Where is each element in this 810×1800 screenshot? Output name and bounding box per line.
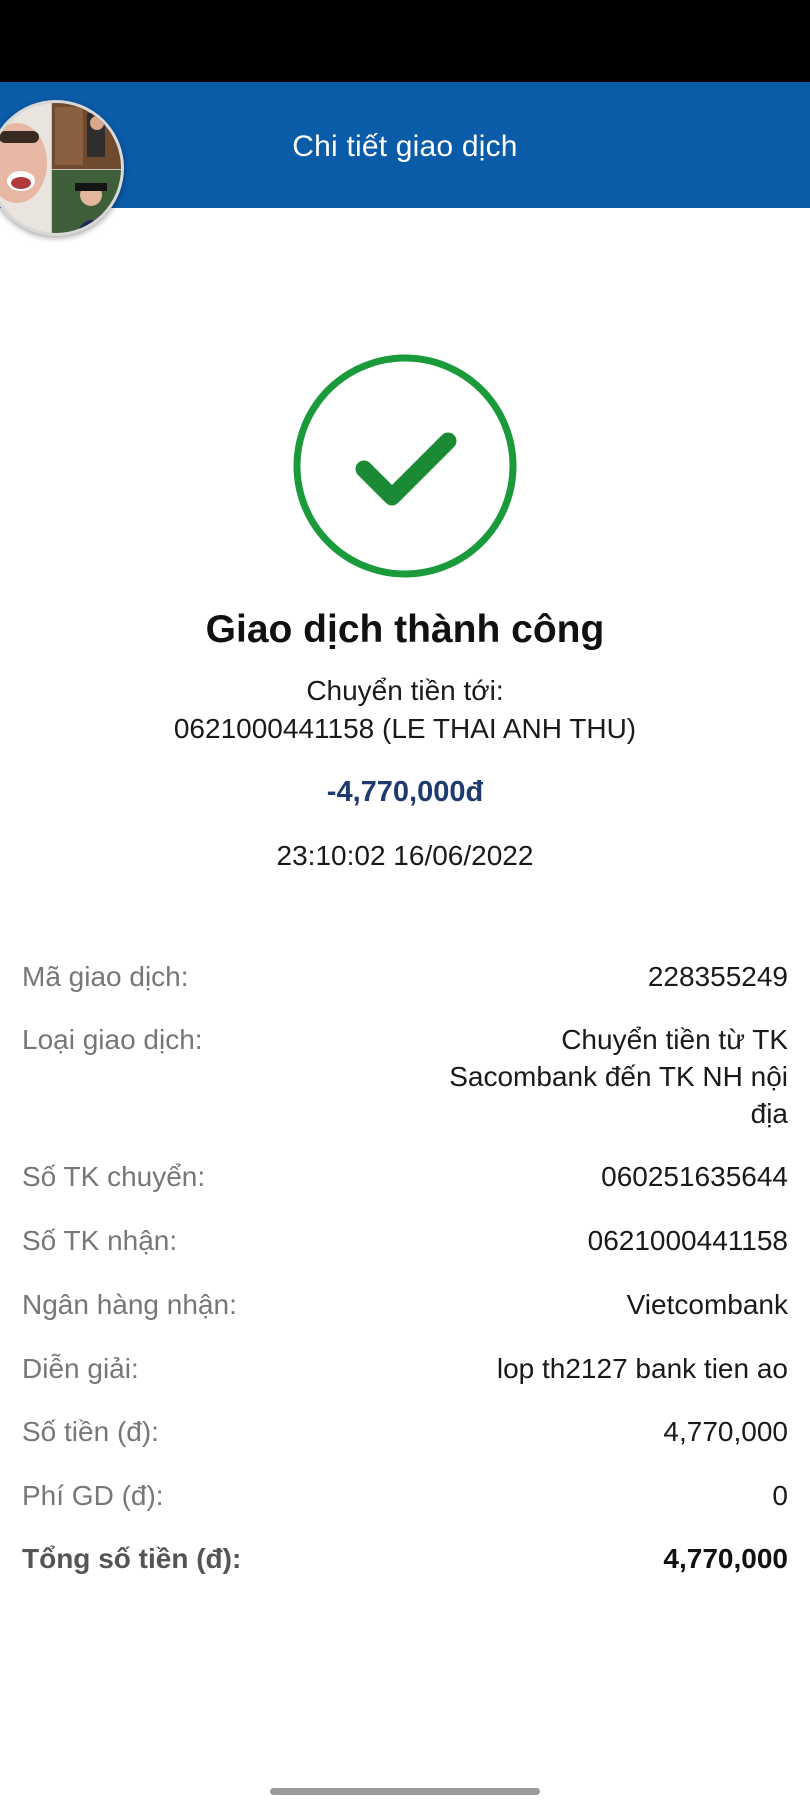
detail-value: 4,770,000 [663,1416,788,1447]
detail-value: Vietcombank [626,1289,788,1320]
status-title: Giao dịch thành công [205,608,605,651]
detail-value: lop th2127 bank tien ao [496,1353,788,1384]
detail-label: Phí GD (đ): [22,1480,164,1511]
app-header: Chi tiết giao dịch [0,82,810,208]
detail-label: Số TK nhận: [22,1225,178,1256]
detail-label: Diễn giải: [22,1353,139,1384]
detail-label: Tổng số tiền (đ): [22,1543,242,1574]
detail-value: 0621000441158 [587,1225,788,1256]
detail-label: Ngân hàng nhận: [22,1289,237,1320]
detail-value: 4,770,000 [663,1543,788,1574]
detail-value: 228355249 [647,961,788,992]
detail-label: Loại giao dịch: [22,1024,203,1055]
detail-value: 0 [772,1480,788,1511]
detail-value: 060251635644 [601,1161,788,1192]
detail-label: Mã giao dịch: [22,961,189,992]
transfer-target: 0621000441158 (LE THAI ANH THU) [173,713,637,744]
transfer-label: Chuyển tiền tới: [306,675,504,706]
check-circle-icon [293,354,517,578]
avatar-image [0,103,121,233]
amount-summary: -4,770,000đ [326,776,484,808]
home-indicator[interactable] [270,1788,540,1795]
status-bar [0,0,810,82]
detail-label: Số TK chuyển: [22,1161,206,1192]
detail-value: Chuyển tiền từ TK Sacombank đến TK NH nộ… [449,1024,788,1129]
avatar[interactable] [0,100,124,236]
transaction-datetime: 23:10:02 16/06/2022 [276,840,534,871]
detail-label: Số tiền (đ): [22,1416,159,1447]
